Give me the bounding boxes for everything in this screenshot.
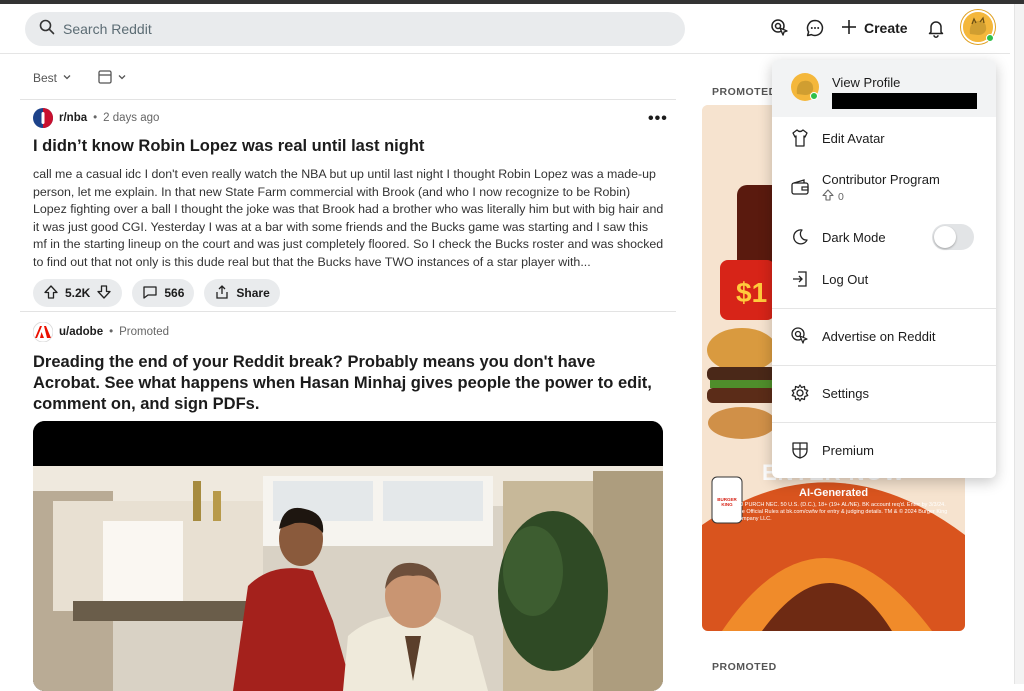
menu-label: Dark Mode	[822, 229, 886, 245]
ad-subline: AI-Generated	[799, 487, 869, 499]
karma-count: 0	[838, 190, 844, 203]
sort-dropdown[interactable]: Best	[33, 71, 72, 85]
feed-sort-bar: Best	[33, 68, 127, 88]
logout-icon	[790, 269, 810, 289]
create-label: Create	[864, 20, 908, 36]
menu-label: Premium	[822, 442, 875, 458]
feed-divider	[20, 99, 676, 100]
chevron-down-icon	[62, 71, 72, 85]
chat-icon[interactable]	[803, 16, 827, 40]
toggle-knob	[934, 226, 956, 248]
online-status-dot	[810, 92, 818, 100]
card-view-icon	[98, 69, 112, 87]
user-dropdown-menu: View Profile Edit Avatar Contributor Pro…	[772, 60, 996, 478]
post-options-icon[interactable]: •••	[648, 110, 668, 128]
post-title[interactable]: I didn’t know Robin Lopez was real until…	[33, 136, 663, 157]
shirt-icon	[790, 128, 810, 148]
menu-item-log-out[interactable]: Log Out	[772, 269, 996, 289]
menu-label: Settings	[822, 385, 869, 401]
feed-divider	[20, 311, 676, 312]
share-label: Share	[236, 286, 270, 300]
create-button[interactable]: Create	[840, 16, 908, 40]
vote-count: 5.2K	[65, 286, 91, 300]
dark-mode-toggle[interactable]	[932, 224, 974, 250]
advertise-icon	[790, 326, 810, 346]
menu-label: Advertise on Reddit	[822, 328, 936, 344]
ad-fine-print: NO PURCH NEC. 50 U.S. (D.C.), 18+ (19+ A…	[735, 502, 948, 522]
comments-button[interactable]: 566	[132, 279, 195, 307]
page-scrollbar[interactable]	[1014, 4, 1024, 684]
menu-divider	[772, 422, 996, 423]
search-input[interactable]	[63, 21, 623, 37]
bell-icon[interactable]	[924, 16, 948, 40]
gear-icon	[790, 383, 810, 403]
subreddit-link[interactable]: r/nba	[59, 112, 87, 124]
separator-dot: •	[109, 326, 114, 338]
menu-item-edit-avatar[interactable]: Edit Avatar	[772, 128, 996, 148]
chevron-down-icon	[117, 71, 127, 85]
redacted-username	[832, 93, 977, 109]
menu-divider	[772, 365, 996, 366]
upvote-icon	[822, 189, 834, 204]
menu-label: Edit Avatar	[822, 130, 885, 146]
menu-item-view-profile[interactable]: View Profile	[772, 72, 996, 109]
menu-label: View Profile	[832, 75, 901, 90]
promoted-label: PROMOTED	[712, 661, 777, 673]
menu-item-advertise[interactable]: Advertise on Reddit	[772, 326, 996, 346]
downvote-icon[interactable]	[96, 284, 112, 303]
avatar	[790, 72, 820, 102]
advertise-icon[interactable]	[768, 16, 792, 40]
view-toggle[interactable]	[98, 69, 127, 87]
adobe-logo-icon	[32, 321, 54, 343]
moon-icon	[790, 227, 810, 247]
vote-pill: 5.2K	[33, 279, 123, 307]
promoted-post-card[interactable]: u/adobe • Promoted Dreading the end of y…	[32, 321, 663, 415]
post-actions: 5.2K 566 Share	[33, 279, 663, 307]
burger-king-logo: BURGER KING	[717, 497, 737, 507]
search-bar[interactable]	[25, 12, 685, 46]
separator-dot: •	[93, 112, 98, 124]
post-meta: u/adobe • Promoted	[32, 321, 663, 343]
share-button[interactable]: Share	[204, 279, 280, 307]
post-title[interactable]: Dreading the end of your Reddit break? P…	[33, 352, 663, 415]
video-frame	[33, 421, 663, 691]
menu-item-premium[interactable]: Premium	[772, 440, 996, 460]
post-meta: r/nba • 2 days ago	[33, 108, 663, 128]
menu-divider	[772, 308, 996, 309]
menu-item-settings[interactable]: Settings	[772, 383, 996, 403]
wallet-icon	[790, 178, 810, 198]
post-time: 2 days ago	[103, 112, 160, 124]
comment-icon	[142, 284, 158, 303]
promoted-video[interactable]	[33, 421, 663, 691]
upvote-icon[interactable]	[43, 284, 59, 303]
contributor-karma: 0	[822, 189, 940, 204]
share-icon	[214, 284, 230, 303]
svg-text:$1: $1	[736, 277, 767, 308]
search-icon	[39, 19, 55, 40]
sort-label: Best	[33, 71, 58, 85]
comment-count: 566	[164, 286, 185, 300]
menu-item-contributor-program[interactable]: Contributor Program 0	[772, 172, 996, 206]
premium-shield-icon	[790, 440, 810, 460]
post-card[interactable]: r/nba • 2 days ago I didn’t know Robin L…	[33, 108, 663, 307]
menu-label: Log Out	[822, 271, 869, 287]
top-bar: Create	[0, 4, 1010, 54]
promoted-label: PROMOTED	[712, 86, 777, 98]
nba-logo-icon	[33, 108, 53, 128]
online-status-dot	[986, 34, 994, 42]
post-body[interactable]: call me a casual idc I don't even really…	[33, 166, 665, 271]
plus-icon	[840, 18, 858, 39]
advertiser-link[interactable]: u/adobe	[59, 326, 103, 338]
menu-label: Contributor Program	[822, 172, 940, 187]
promoted-tag: Promoted	[119, 326, 169, 338]
